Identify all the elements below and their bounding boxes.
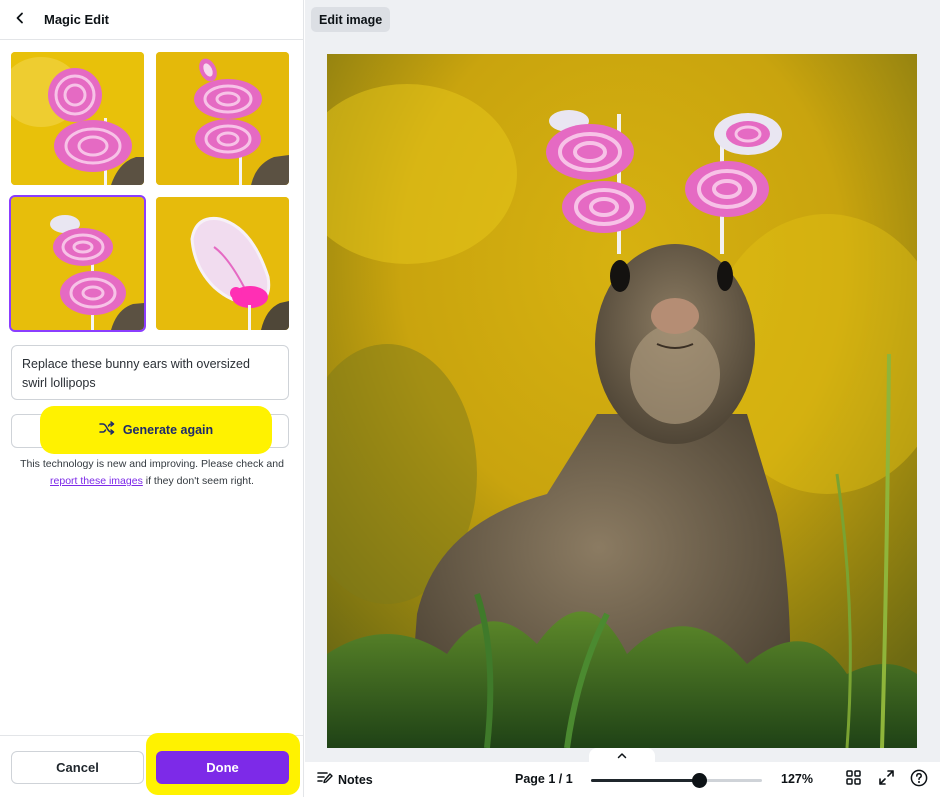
fullscreen-button[interactable] <box>876 770 896 790</box>
page-indicator[interactable]: Page 1 / 1 <box>515 772 573 786</box>
notes-icon <box>317 771 333 788</box>
back-button[interactable] <box>0 0 40 40</box>
generate-again-label: Generate again <box>122 423 214 437</box>
done-button[interactable]: Done <box>156 751 289 784</box>
generate-again-button[interactable]: Generate again <box>40 406 272 454</box>
zoom-slider[interactable] <box>591 773 762 788</box>
result-thumbnail-3[interactable] <box>9 195 146 332</box>
notes-button[interactable]: Notes <box>317 771 373 788</box>
prompt-input[interactable]: Replace these bunny ears with oversized … <box>11 345 289 400</box>
editor-area: Edit image Notes Page 1 / 1 127% <box>305 0 940 797</box>
help-button[interactable] <box>909 769 929 792</box>
zoom-slider-thumb[interactable] <box>691 773 707 788</box>
panel-header: Magic Edit <box>0 0 304 40</box>
chevron-left-icon <box>14 11 26 29</box>
grid-view-button[interactable] <box>843 770 863 790</box>
cancel-button[interactable]: Cancel <box>11 751 144 784</box>
result-thumbnail-4[interactable] <box>156 197 289 330</box>
disclaimer-prefix: This technology is new and improving. Pl… <box>20 458 284 470</box>
result-image-2 <box>156 52 289 185</box>
disclaimer-text: This technology is new and improving. Pl… <box>11 456 293 490</box>
zoom-slider-fill <box>591 779 699 782</box>
report-images-link[interactable]: report these images <box>50 475 143 487</box>
result-image-1 <box>11 52 144 185</box>
result-thumbnail-1[interactable] <box>11 52 144 185</box>
grid-view-icon <box>845 770 861 790</box>
result-image-4 <box>156 197 289 330</box>
design-canvas[interactable] <box>327 54 917 748</box>
shuffle-icon <box>99 420 115 440</box>
panel-title: Magic Edit <box>44 12 110 27</box>
collapse-pages-button[interactable] <box>589 748 655 762</box>
edit-image-button[interactable]: Edit image <box>311 7 391 32</box>
bottom-toolbar: Notes Page 1 / 1 127% <box>305 762 940 797</box>
magic-edit-panel: Magic Edit Replace these bunny ears with… <box>0 0 304 797</box>
notes-label: Notes <box>338 772 373 787</box>
disclaimer-suffix: if they don't seem right. <box>142 475 254 487</box>
help-icon <box>910 769 928 792</box>
zoom-value[interactable]: 127% <box>781 772 813 786</box>
result-image-3 <box>11 197 144 330</box>
result-thumbnail-2[interactable] <box>156 52 289 185</box>
fullscreen-icon <box>878 770 894 790</box>
bunny-lollipop-image <box>327 54 917 748</box>
